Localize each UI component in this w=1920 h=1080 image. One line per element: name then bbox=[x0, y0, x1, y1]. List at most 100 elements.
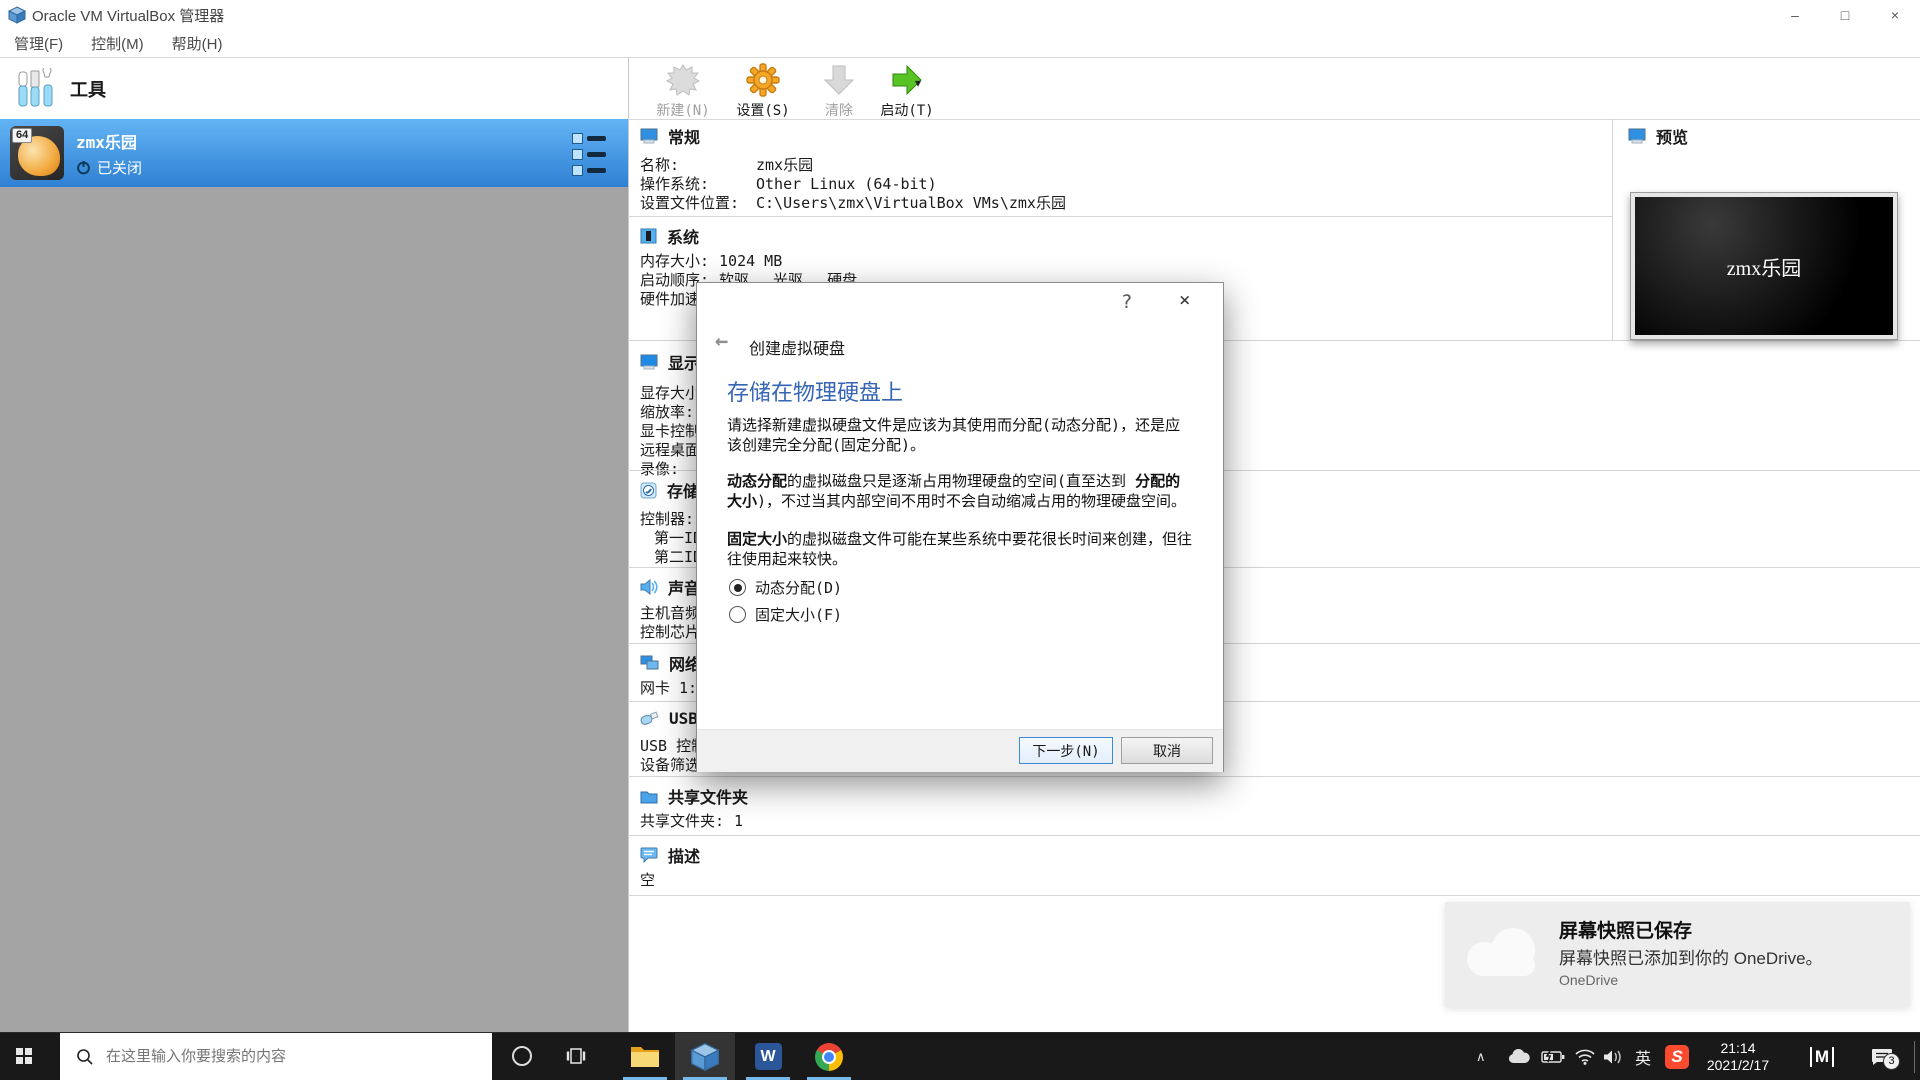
toolbar-discard-button[interactable]: 清除 bbox=[801, 62, 877, 120]
tray-clock[interactable]: 21:14 2021/2/17 bbox=[1698, 1033, 1778, 1080]
close-button[interactable]: × bbox=[1870, 0, 1920, 30]
section-audio: 声音 bbox=[640, 575, 700, 599]
notification-app-name: OneDrive bbox=[1559, 972, 1618, 988]
tray-wifi-icon[interactable] bbox=[1572, 1033, 1598, 1080]
vm-64bit-badge: 64 bbox=[12, 128, 32, 143]
dialog-back-arrow-icon[interactable]: ← bbox=[715, 329, 728, 354]
minimize-button[interactable]: – bbox=[1770, 0, 1820, 30]
vm-preview-monitor: zmx乐园 bbox=[1630, 192, 1898, 340]
menu-bar: 管理(F) 控制(M) 帮助(H) bbox=[0, 30, 1920, 58]
vm-list-item[interactable]: 64 zmx乐园 已关闭 bbox=[0, 119, 628, 187]
virtualbox-taskbar-icon bbox=[690, 1042, 720, 1072]
cancel-button[interactable]: 取消 bbox=[1121, 737, 1213, 764]
section-display: 显示 bbox=[640, 350, 700, 374]
virtualbox-manager-window: Oracle VM VirtualBox 管理器 – □ × 管理(F) 控制(… bbox=[0, 0, 1920, 1080]
display-rows: 显存大小 缩放率: 显卡控制 远程桌面 录像: bbox=[640, 384, 700, 479]
dialog-paragraph-2: 动态分配的虚拟磁盘只是逐渐占用物理硬盘的空间(直至达到 分配的大小)，不过当其内… bbox=[727, 471, 1195, 511]
preview-header: 预览 bbox=[1628, 124, 1688, 148]
clock-date: 2021/2/17 bbox=[1698, 1057, 1778, 1074]
preview-divider bbox=[1612, 119, 1613, 340]
dialog-paragraph-1: 请选择新建虚拟硬盘文件是应该为其使用而分配(动态分配)，还是应该创建完全分配(固… bbox=[727, 415, 1195, 455]
section-storage: 存储 bbox=[640, 478, 699, 502]
tray-volume-icon[interactable] bbox=[1600, 1033, 1626, 1080]
usb-icon bbox=[640, 711, 659, 726]
onedrive-cloud-icon bbox=[1467, 928, 1545, 980]
shared-folder-icon bbox=[640, 789, 658, 804]
toolbar-new-button[interactable]: 新建(N) bbox=[645, 62, 721, 120]
task-view-icon[interactable] bbox=[566, 1046, 586, 1071]
tray-chevron-icon[interactable]: ∧ bbox=[1476, 1033, 1500, 1080]
radio-dynamic-allocation[interactable]: 动态分配(D) bbox=[729, 577, 842, 598]
section-network: 网络 bbox=[640, 651, 701, 675]
taskbar-virtualbox[interactable] bbox=[675, 1033, 735, 1080]
system-icon bbox=[640, 228, 657, 244]
preview-icon bbox=[1628, 128, 1646, 144]
tray-onedrive-icon[interactable] bbox=[1505, 1033, 1533, 1080]
tools-label: 工具 bbox=[70, 76, 106, 102]
search-input[interactable] bbox=[104, 1047, 468, 1066]
section-general: 常规 bbox=[640, 124, 700, 148]
menu-help[interactable]: 帮助(H) bbox=[158, 33, 237, 54]
start-dropdown-caret[interactable]: ▾ bbox=[915, 76, 921, 90]
storage-rows: 控制器: 第一ID 第二ID bbox=[640, 510, 702, 567]
dialog-footer: 下一步(N) 取消 bbox=[697, 729, 1223, 772]
notification-title: 屏幕快照已保存 bbox=[1559, 916, 1692, 943]
taskbar-chrome[interactable] bbox=[799, 1033, 859, 1080]
next-button[interactable]: 下一步(N) bbox=[1019, 737, 1113, 764]
tools-header: 工具 bbox=[0, 58, 628, 120]
tray-ime-indicator[interactable]: 英 bbox=[1630, 1033, 1656, 1080]
dialog-paragraph-3: 固定大小的虚拟磁盘文件可能在某些系统中要花很长时间来创建，但往往使用起来较快。 bbox=[727, 529, 1195, 569]
taskbar-file-explorer[interactable] bbox=[615, 1033, 675, 1080]
search-icon bbox=[76, 1048, 94, 1066]
dialog-help-icon[interactable]: ? bbox=[1121, 291, 1132, 313]
divider bbox=[628, 216, 1612, 217]
title-bar: Oracle VM VirtualBox 管理器 – □ × bbox=[0, 0, 1920, 30]
menu-machine[interactable]: 控制(M) bbox=[77, 33, 158, 54]
toolbar-settings-button[interactable]: 设置(S) bbox=[725, 62, 801, 120]
section-shared-folders: 共享文件夹 bbox=[640, 784, 748, 808]
description-rows: 空 bbox=[640, 871, 655, 890]
maximize-button[interactable]: □ bbox=[1820, 0, 1870, 30]
onedrive-notification[interactable]: 屏幕快照已保存 屏幕快照已添加到你的 OneDrive。 OneDrive bbox=[1445, 902, 1910, 1007]
settings-gear-icon bbox=[746, 63, 780, 97]
windows-taskbar: W ∧ 英 S bbox=[0, 1032, 1920, 1080]
power-state-icon bbox=[76, 160, 91, 175]
taskbar-word[interactable]: W bbox=[738, 1033, 798, 1080]
notification-body: 屏幕快照已添加到你的 OneDrive。 bbox=[1559, 944, 1823, 969]
description-icon bbox=[640, 847, 658, 863]
word-icon: W bbox=[755, 1043, 782, 1070]
general-rows: 名称:zmx乐园 操作系统:Other Linux (64-bit) 设置文件位… bbox=[640, 156, 1066, 213]
storage-icon bbox=[640, 482, 657, 499]
shared-folder-rows: 共享文件夹:1 bbox=[640, 812, 743, 831]
vm-name: zmx乐园 bbox=[76, 129, 142, 153]
section-description: 描述 bbox=[640, 843, 700, 867]
start-button[interactable] bbox=[16, 1048, 33, 1065]
action-center-icon[interactable]: 3 bbox=[1862, 1033, 1902, 1080]
virtualbox-logo-icon bbox=[8, 6, 26, 24]
vm-list-empty-area bbox=[0, 187, 628, 1032]
tray-m-logo-icon[interactable]: M bbox=[1804, 1033, 1840, 1080]
radio-fixed-size[interactable]: 固定大小(F) bbox=[729, 604, 842, 625]
show-desktop-divider[interactable] bbox=[1914, 1041, 1915, 1073]
dialog-close-icon[interactable]: × bbox=[1179, 289, 1190, 311]
menu-file[interactable]: 管理(F) bbox=[0, 33, 77, 54]
tray-battery-icon[interactable] bbox=[1538, 1033, 1568, 1080]
vm-status-text: 已关闭 bbox=[97, 157, 142, 178]
clock-time: 21:14 bbox=[1698, 1040, 1778, 1057]
general-icon bbox=[640, 128, 658, 144]
toolbar-start-button[interactable]: 启动(T) bbox=[869, 62, 945, 120]
main-toolbar: 新建(N) 设置(S) 清除 bbox=[629, 58, 1920, 120]
discard-arrow-icon bbox=[824, 64, 854, 96]
network-icon bbox=[640, 655, 659, 671]
taskbar-search[interactable] bbox=[60, 1033, 492, 1080]
create-virtual-disk-dialog: ? × ← 创建虚拟硬盘 存储在物理硬盘上 请选择新建虚拟硬盘文件是应该为其使用… bbox=[696, 282, 1224, 772]
window-title: Oracle VM VirtualBox 管理器 bbox=[32, 5, 224, 26]
audio-icon bbox=[640, 579, 658, 595]
tray-sogou-icon[interactable]: S bbox=[1662, 1033, 1692, 1080]
network-rows: 网卡 1: bbox=[640, 679, 697, 698]
divider bbox=[628, 895, 1920, 896]
cortana-icon[interactable] bbox=[512, 1046, 532, 1066]
display-icon bbox=[640, 354, 658, 370]
sidebar-divider bbox=[628, 58, 629, 1032]
vm-details-menu-icon[interactable] bbox=[572, 133, 606, 173]
